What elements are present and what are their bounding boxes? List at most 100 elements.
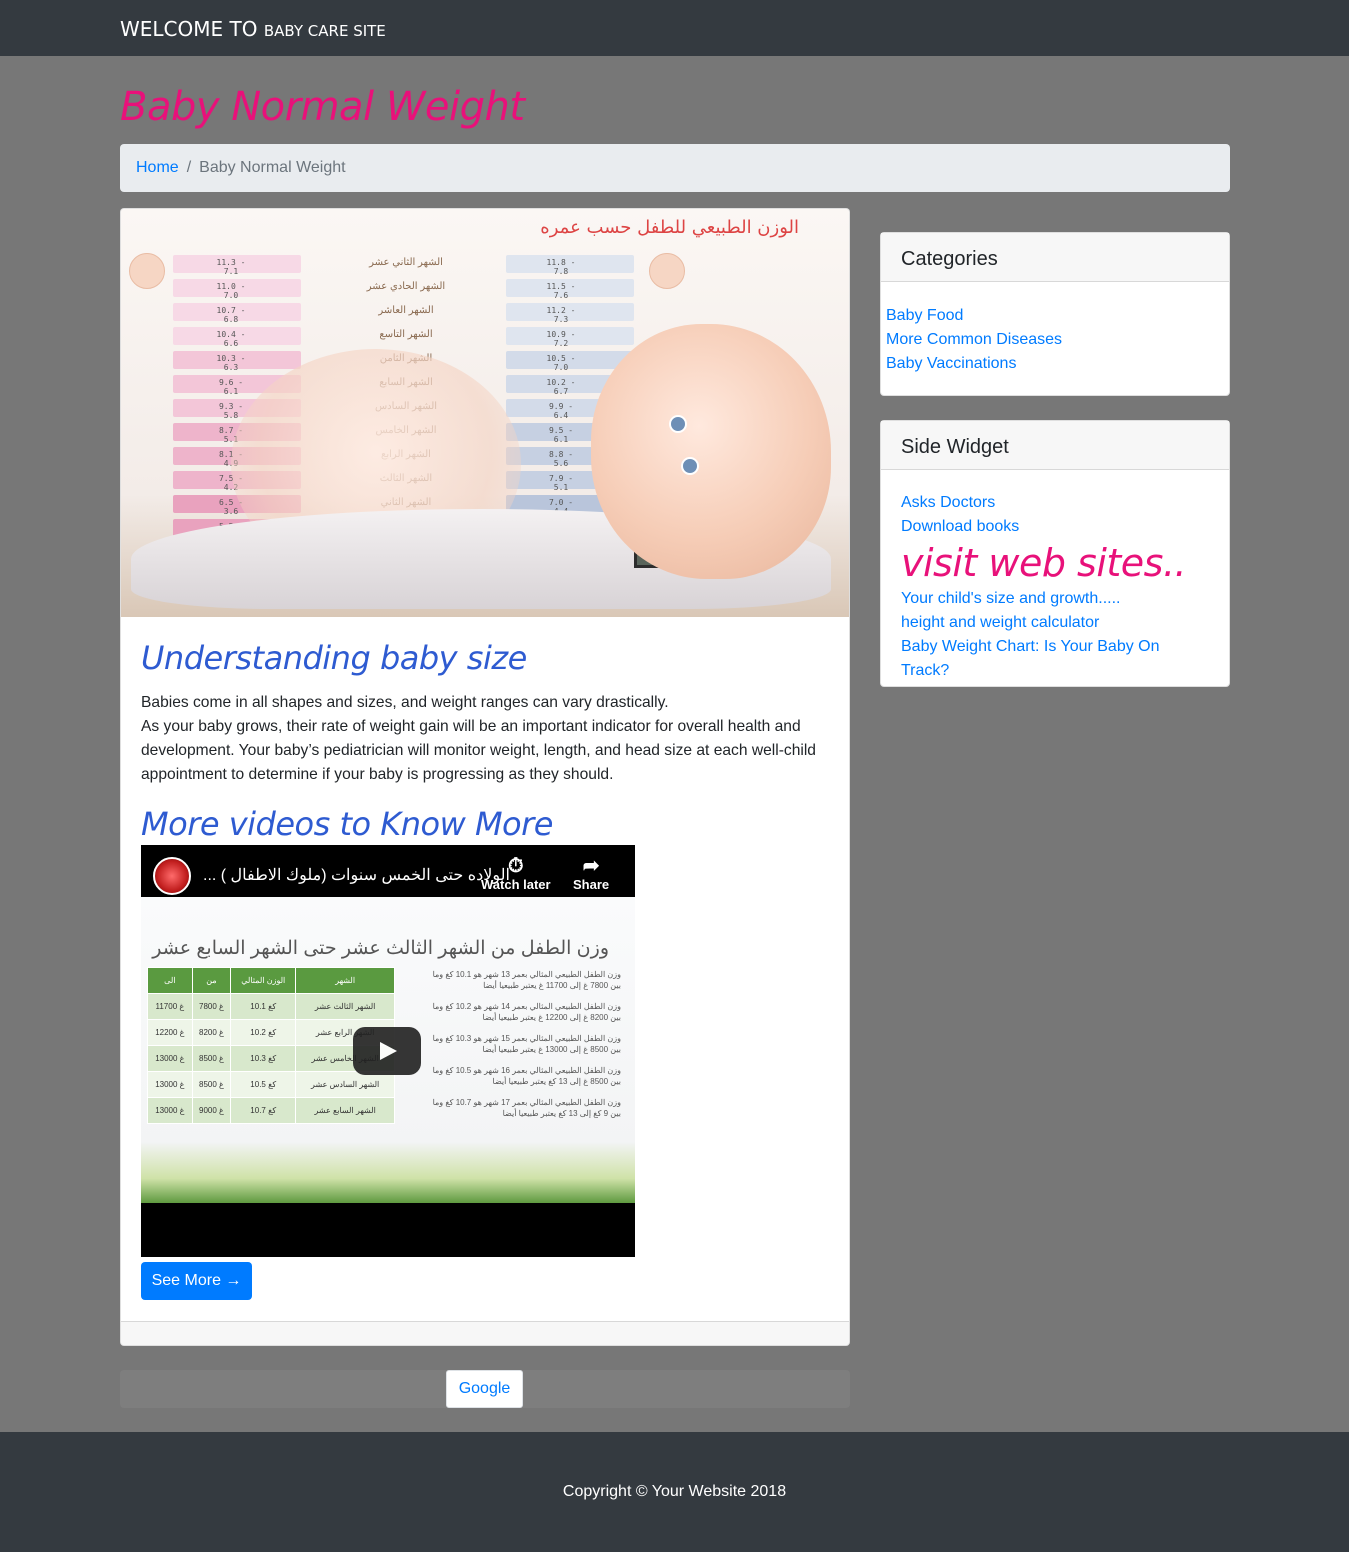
slide-table-header: الى من الوزن المثالي الشهر	[147, 967, 395, 994]
side-widget-body: Asks Doctors Download books visit web si…	[881, 470, 1229, 683]
hero-image-title: الوزن الطبيعي للطفل حسب عمره	[540, 217, 799, 238]
baby-eye-left	[681, 457, 699, 475]
girl-weight-range: 11.3 - 7.1	[216, 258, 246, 276]
slide-bullet: وزن الطفل الطبيعي المثالي بعمر 16 شهر هو…	[432, 1066, 621, 1086]
play-icon[interactable]	[353, 1027, 421, 1075]
top-navbar: WELCOME TO BABY CARE SITE	[0, 0, 1349, 56]
slide-bullet: وزن الطفل الطبيعي المثالي بعمر 17 شهر هو…	[432, 1098, 621, 1118]
boy-weight-range: 10.5 - 7.0	[546, 354, 576, 372]
slide-table-header-cell: الى	[147, 967, 193, 994]
article-paragraph-1: Babies come in all shapes and sizes, and…	[141, 694, 669, 711]
boy-weight-range: 9.9 - 6.4	[548, 402, 574, 420]
categories-list: Baby Food More Common Diseases Baby Vacc…	[881, 282, 1229, 376]
slide-table-cell: 8500 غ	[191, 1045, 232, 1072]
navbar-brand[interactable]: WELCOME TO BABY CARE SITE	[120, 17, 386, 43]
slide-table-cell: الشهر السابع عشر	[295, 1097, 395, 1124]
slide-table-cell: الشهر الثالث عشر	[295, 993, 395, 1020]
size-growth-link[interactable]: Your child's size and growth.....	[901, 587, 1209, 611]
girl-weight-range: 10.3 - 6.3	[216, 354, 246, 372]
watch-later-label: Watch later	[481, 877, 551, 892]
slide-bullets: وزن الطفل الطبيعي المثالي بعمر 13 شهر هو…	[421, 969, 621, 1129]
category-link-diseases[interactable]: More Common Diseases	[886, 328, 1224, 352]
watch-later-button[interactable]: ⏱ Watch later	[481, 855, 551, 892]
slide-table-cell: الشهر السادس عشر	[295, 1071, 395, 1098]
videos-heading: More videos to Know More	[141, 805, 553, 843]
slide-bullet: وزن الطفل الطبيعي المثالي بعمر 15 شهر هو…	[432, 1034, 621, 1054]
categories-card: Categories Baby Food More Common Disease…	[880, 232, 1230, 396]
boy-weight-range: 11.5 - 7.6	[546, 282, 576, 300]
month-label: الشهر الثاني عشر	[369, 257, 443, 268]
slide-table-row: 11700 غ 7800 غ 10.1 كغ الشهر الثالث عشر	[147, 993, 395, 1020]
page-title: Baby Normal Weight	[120, 84, 525, 130]
slide-table-cell: 9000 غ	[191, 1097, 232, 1124]
article-card: الوزن الطبيعي للطفل حسب عمره 11.3 - 7.1 1…	[120, 208, 850, 1346]
page-footer: Copyright © Your Website 2018	[0, 1432, 1349, 1552]
asks-doctors-link[interactable]: Asks Doctors	[901, 491, 1209, 515]
slide-table-header-cell: من	[191, 967, 232, 994]
article-heading: Understanding baby size	[141, 639, 527, 677]
category-link-vaccinations[interactable]: Baby Vaccinations	[886, 352, 1224, 376]
boy-weight-range: 7.9 - 5.1	[548, 474, 574, 492]
side-widget-card: Side Widget Asks Doctors Download books …	[880, 420, 1230, 687]
slide-table-cell: 10.5 كغ	[230, 1071, 297, 1098]
boy-face-icon	[649, 253, 685, 289]
slide-table-cell: 13000 غ	[147, 1045, 193, 1072]
boy-weight-range: 11.8 - 7.8	[546, 258, 576, 276]
slide-bullet: وزن الطفل الطبيعي المثالي بعمر 13 شهر هو…	[432, 970, 621, 990]
slide-table-cell: 8200 غ	[191, 1019, 232, 1046]
copyright-text: Copyright © Your Website 2018	[562, 1483, 787, 1500]
slide-table-cell: 10.7 كغ	[230, 1097, 297, 1124]
youtube-video-embed[interactable]: وزن الطفل من الشهر الثالث عشر حتى الشهر …	[141, 845, 635, 1257]
brand-main-text: WELCOME TO	[120, 17, 258, 41]
slide-table-cell: 13000 غ	[147, 1071, 193, 1098]
baby-face-shape	[591, 324, 831, 579]
slide-table-cell: 10.3 كغ	[230, 1045, 297, 1072]
baby-weight-chart-image: الوزن الطبيعي للطفل حسب عمره 11.3 - 7.1 1…	[121, 209, 849, 617]
slide-bullet: وزن الطفل الطبيعي المثالي بعمر 14 شهر هو…	[432, 1002, 621, 1022]
baby-weight-chart-link[interactable]: Baby Weight Chart: Is Your Baby On Track…	[901, 635, 1209, 683]
video-top-bar: الولاده حتى الخمس سنوات (ملوك الاطفال ) …	[141, 845, 635, 897]
boy-weight-range: 11.2 - 7.3	[546, 306, 576, 324]
card-footer	[121, 1321, 849, 1345]
article-body: Understanding baby size Babies come in a…	[141, 639, 831, 843]
girl-weight-range: 9.6 - 6.1	[218, 378, 244, 396]
see-more-button[interactable]: See More →	[141, 1262, 252, 1300]
height-weight-calculator-link[interactable]: height and weight calculator	[901, 611, 1209, 635]
visit-web-sites-heading: visit web sites..	[901, 541, 1187, 585]
slide-table-cell: 11700 غ	[147, 993, 193, 1020]
month-label: الشهر الحادي عشر	[366, 281, 446, 292]
breadcrumb-separator: /	[186, 159, 192, 176]
article-paragraph-2: As your baby grows, their rate of weight…	[141, 718, 816, 783]
month-label: الشهر العاشر	[378, 305, 434, 316]
month-label: الشهر التاسع	[379, 329, 433, 340]
slide-heading: وزن الطفل من الشهر الثالث عشر حتى الشهر …	[152, 938, 609, 959]
slide-table-cell: 12200 غ	[147, 1019, 193, 1046]
breadcrumb-home-link[interactable]: Home	[136, 159, 179, 177]
slide-table-header-cell: الوزن المثالي	[230, 967, 297, 994]
slide-table-cell: 10.2 كغ	[230, 1019, 297, 1046]
girl-weight-range: 10.4 - 6.6	[216, 330, 246, 348]
video-title[interactable]: الولاده حتى الخمس سنوات (ملوك الاطفال ) …	[203, 865, 510, 885]
slide-table-header-cell: الشهر	[295, 967, 395, 994]
slide-table-cell: 10.1 كغ	[230, 993, 297, 1020]
category-link-baby-food[interactable]: Baby Food	[886, 304, 1224, 328]
breadcrumb: Home / Baby Normal Weight	[120, 144, 1230, 192]
slide-table-cell: 8500 غ	[191, 1071, 232, 1098]
google-link-button[interactable]: Google	[446, 1370, 523, 1408]
slide-table-row: 13000 غ 9000 غ 10.7 كغ الشهر السابع عشر	[147, 1097, 395, 1124]
breadcrumb-current: Baby Normal Weight	[199, 159, 346, 176]
share-button[interactable]: ➦ Share	[573, 855, 609, 892]
boy-weight-range: 10.2 - 6.7	[546, 378, 576, 396]
download-books-link[interactable]: Download books	[901, 515, 1209, 539]
share-icon: ➦	[582, 855, 600, 877]
brand-small-text: BABY CARE SITE	[263, 22, 386, 40]
channel-avatar-icon[interactable]	[153, 857, 191, 895]
side-widget-title: Side Widget	[881, 421, 1229, 470]
slide-table-cell: 13000 غ	[147, 1097, 193, 1124]
categories-title: Categories	[881, 233, 1229, 282]
baby-eye-right	[669, 415, 687, 433]
clock-icon: ⏱	[507, 855, 524, 877]
boy-weight-range: 8.8 - 5.6	[548, 450, 574, 468]
girl-weight-range: 11.0 - 7.0	[216, 282, 246, 300]
slide-table-cell: 7800 غ	[191, 993, 232, 1020]
